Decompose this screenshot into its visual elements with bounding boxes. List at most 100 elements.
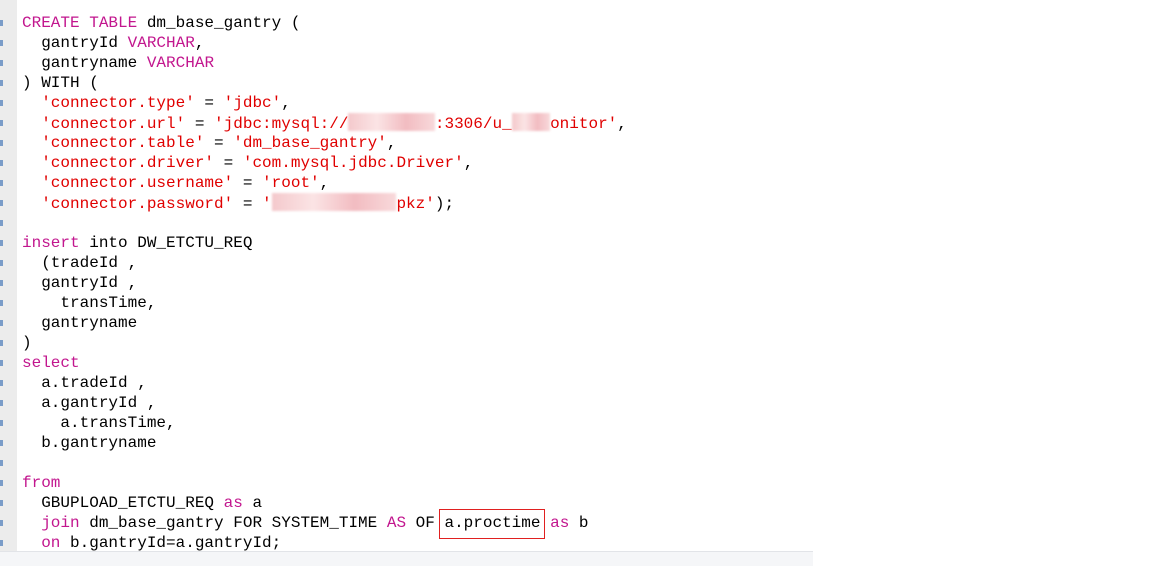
horizontal-scrollbar[interactable] (0, 551, 813, 566)
gutter-marker (0, 300, 3, 306)
code-line: from (22, 473, 627, 493)
sql-string: 'connector.url' (41, 115, 186, 133)
sql-string: 'jdbc' (223, 94, 282, 112)
sql-keyword: as (223, 494, 243, 512)
code-line: CREATE TABLE dm_base_gantry ( (22, 13, 627, 33)
gutter-marker (0, 520, 3, 526)
code-token: , (319, 174, 330, 192)
sql-string: 'connector.username' (41, 174, 234, 192)
redacted-text (271, 193, 397, 211)
code-line: gantryId VARCHAR, (22, 33, 627, 53)
code-line: ) (22, 333, 627, 353)
code-token: OF (406, 514, 445, 532)
gutter-marker (0, 400, 3, 406)
code-token: a.tradeId , (22, 374, 147, 392)
gutter-marker (0, 420, 3, 426)
gutter-marker (0, 180, 3, 186)
sql-string: onitor' (550, 115, 618, 133)
code-token: dm_base_gantry ( (137, 14, 301, 32)
gutter-marker (0, 40, 3, 46)
sql-keyword: VARCHAR (127, 34, 195, 52)
code-line: insert into DW_ETCTU_REQ (22, 233, 627, 253)
code-token: gantryname (22, 54, 147, 72)
code-token: = (185, 115, 215, 133)
code-token: gantryId , (22, 274, 138, 292)
sql-string: :3306/u_ (434, 115, 512, 133)
code-token: , (617, 115, 627, 133)
gutter-marker (0, 20, 3, 26)
sql-string: pkz' (396, 195, 435, 213)
gutter-marker (0, 140, 3, 146)
sql-string: 'jdbc:mysql:// (214, 115, 349, 133)
code-token: , (194, 34, 205, 52)
sql-string: 'com.mysql.jdbc.Driver' (242, 154, 464, 172)
sql-string: 'dm_base_gantry' (233, 134, 387, 152)
code-line: 'connector.table' = 'dm_base_gantry', (22, 133, 627, 153)
gutter-marker (0, 280, 3, 286)
code-token: = (214, 154, 243, 172)
sql-string: 'root' (262, 174, 320, 192)
code-line: select (22, 353, 627, 373)
gutter-marker (0, 380, 3, 386)
code-token: = (233, 174, 263, 192)
code-token: into DW_ETCTU_REQ (79, 234, 253, 252)
code-token: a.gantryId , (22, 394, 157, 412)
code-token: a.transTime, (22, 414, 176, 432)
gutter-marker (0, 80, 3, 86)
redacted-text (348, 113, 435, 131)
highlighted-proctime: a.proctime (439, 509, 546, 539)
code-token: transTime, (22, 294, 157, 312)
code-line: 'connector.url' = 'jdbc:mysql:// :3306/u_… (22, 113, 627, 133)
code-line: a.transTime, (22, 413, 627, 433)
gutter-marker (0, 320, 3, 326)
sql-string: ' (262, 195, 272, 213)
line-gutter (0, 0, 17, 551)
sql-keyword: select (22, 354, 80, 372)
sql-keyword: join (41, 514, 80, 532)
code-line: ) WITH ( (22, 73, 627, 93)
code-token: gantryname (22, 314, 138, 332)
code-line: gantryname (22, 313, 627, 333)
code-line: b.gantryname (22, 433, 627, 453)
code-token: , (386, 134, 397, 152)
sql-keyword: CREATE TABLE (22, 14, 138, 32)
gutter-marker (0, 100, 3, 106)
gutter-marker (0, 460, 3, 466)
code-line: 'connector.type' = 'jdbc', (22, 93, 627, 113)
code-token: a (242, 494, 263, 512)
sql-keyword: AS (386, 514, 407, 532)
code-line: 'connector.driver' = 'com.mysql.jdbc.Dri… (22, 153, 627, 173)
gutter-marker (0, 480, 3, 486)
gutter-marker (0, 220, 3, 226)
sql-string: 'connector.password' (41, 195, 234, 213)
code-token: = (194, 94, 224, 112)
sql-string: 'connector.driver' (41, 154, 215, 172)
redacted-text (511, 113, 551, 131)
gutter-marker (0, 500, 3, 506)
sql-code-editor[interactable]: CREATE TABLE dm_base_gantry ( gantryId V… (22, 13, 627, 553)
code-line: a.gantryId , (22, 393, 627, 413)
code-line: 'connector.password' = ' pkz'); (22, 193, 627, 213)
code-line: transTime, (22, 293, 627, 313)
gutter-marker (0, 340, 3, 346)
code-token: ) WITH ( (22, 74, 99, 92)
gutter-marker (0, 240, 3, 246)
sql-string: 'connector.table' (41, 134, 205, 152)
sql-string: 'connector.type' (41, 94, 195, 112)
code-token: dm_base_gantry FOR SYSTEM_TIME (79, 514, 387, 532)
sql-keyword: insert (22, 234, 80, 252)
code-line: gantryname VARCHAR (22, 53, 627, 73)
code-token: , (281, 94, 291, 112)
code-line: 'connector.username' = 'root', (22, 173, 627, 193)
